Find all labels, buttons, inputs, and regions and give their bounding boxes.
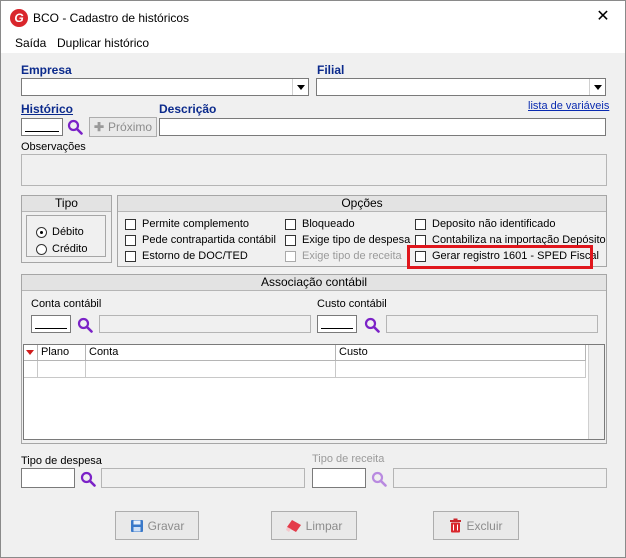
checkbox-box [415, 234, 426, 246]
checkbox-box [415, 218, 426, 230]
conta-contabil-label: Conta contábil [31, 298, 102, 310]
checkbox-exige-tipo-receita[interactable]: Exige tipo de receita [285, 250, 402, 262]
grid-cell[interactable] [38, 361, 86, 378]
tipo-receita-description [393, 468, 607, 488]
highlight-annotation-box [407, 245, 593, 269]
checkbox-label: Exige tipo de despesa [302, 234, 411, 246]
radio-credito-label: Crédito [52, 243, 88, 255]
tipo-header: Tipo [22, 196, 111, 212]
chevron-down-icon[interactable] [292, 79, 308, 95]
historico-label: Histórico [21, 102, 74, 116]
grid-cell[interactable] [336, 361, 586, 378]
floppy-disk-icon [130, 519, 143, 532]
grid-indicator-header [24, 345, 38, 361]
search-icon[interactable] [371, 471, 387, 487]
radio-debito-label: Débito [52, 226, 84, 238]
grid-header-custo[interactable]: Custo [336, 345, 586, 361]
observacoes-label: Observações [21, 141, 86, 153]
tipo-despesa-label: Tipo de despesa [21, 455, 102, 467]
checkbox-box [285, 234, 296, 246]
conta-contabil-code-input[interactable] [31, 315, 71, 333]
custo-contabil-code-input[interactable] [317, 315, 357, 333]
tipo-despesa-code-input[interactable] [21, 468, 75, 488]
descricao-label: Descrição [159, 102, 217, 116]
checkbox-box [125, 218, 136, 230]
search-icon[interactable] [364, 317, 380, 333]
search-icon[interactable] [67, 119, 83, 135]
limpar-label: Limpar [305, 518, 343, 533]
menu-bar: Saída Duplicar histórico [1, 33, 625, 53]
custo-contabil-label: Custo contábil [317, 298, 387, 310]
grid-header-conta[interactable]: Conta [86, 345, 336, 361]
checkbox-label: Bloqueado [302, 218, 355, 230]
tipo-receita-code-input[interactable] [312, 468, 366, 488]
checkbox-label: Permite complemento [142, 218, 249, 230]
gravar-label: Gravar [147, 518, 185, 533]
checkbox-label: Exige tipo de receita [302, 250, 402, 262]
checkbox-deposito-nao-identificado[interactable]: Deposito não identificado [415, 218, 556, 230]
radio-button-icon [36, 243, 47, 255]
associacao-header: Associação contábil [22, 275, 606, 291]
empresa-combo[interactable] [21, 78, 309, 96]
checkbox-exige-tipo-despesa[interactable]: Exige tipo de despesa [285, 234, 410, 246]
grid-header-plano[interactable]: Plano [38, 345, 86, 361]
conta-contabil-description [99, 315, 311, 333]
descricao-input[interactable] [159, 118, 606, 136]
checkbox-box [285, 250, 296, 262]
checkbox-box [285, 218, 296, 230]
checkbox-permite-complemento[interactable]: Permite complemento [125, 218, 249, 230]
close-icon[interactable]: ✕ [593, 7, 613, 27]
menu-item-duplicar-historico[interactable]: Duplicar histórico [57, 36, 149, 50]
search-icon[interactable] [77, 317, 93, 333]
excluir-label: Excluir [466, 518, 503, 533]
historico-code-input[interactable] [21, 118, 63, 136]
sort-triangle-icon [26, 350, 34, 355]
lista-variaveis-link[interactable]: lista de variáveis [528, 100, 609, 112]
proximo-button[interactable]: ✚ Próximo [89, 117, 157, 137]
grid-cell[interactable] [86, 361, 336, 378]
dialog-window: G BCO - Cadastro de históricos ✕ Saída D… [0, 0, 626, 558]
checkbox-estorno-doc-ted[interactable]: Estorno de DOC/TED [125, 250, 248, 262]
tipo-despesa-description [101, 468, 305, 488]
grid-cell[interactable] [24, 361, 38, 378]
window-title: BCO - Cadastro de históricos [33, 11, 190, 25]
limpar-button[interactable]: Limpar [271, 511, 357, 540]
search-icon[interactable] [80, 471, 96, 487]
radio-button-icon [36, 226, 47, 238]
checkbox-bloqueado[interactable]: Bloqueado [285, 218, 355, 230]
plus-icon: ✚ [93, 120, 105, 134]
observacoes-input[interactable] [21, 154, 607, 186]
trash-can-icon [450, 518, 462, 533]
checkbox-box [125, 234, 136, 246]
proximo-label: Próximo [108, 120, 153, 134]
menu-item-saida[interactable]: Saída [15, 36, 46, 50]
associacao-grid: Plano Conta Custo [23, 344, 605, 440]
checkbox-label: Estorno de DOC/TED [142, 250, 248, 262]
opcoes-header: Opções [118, 196, 606, 212]
tipo-receita-label: Tipo de receita [312, 453, 385, 465]
excluir-button[interactable]: Excluir [433, 511, 519, 540]
custo-contabil-description [386, 315, 598, 333]
app-logo-icon: G [10, 9, 28, 27]
filial-label: Filial [317, 63, 345, 77]
chevron-down-icon[interactable] [589, 79, 605, 95]
eraser-icon [285, 519, 301, 532]
gravar-button[interactable]: Gravar [115, 511, 199, 540]
filial-combo[interactable] [316, 78, 606, 96]
radio-credito[interactable]: Crédito [36, 243, 87, 255]
checkbox-label: Pede contrapartida contábil [142, 234, 276, 246]
grid-vertical-scrollbar[interactable] [588, 345, 604, 439]
checkbox-pede-contrapartida[interactable]: Pede contrapartida contábil [125, 234, 276, 246]
radio-debito[interactable]: Débito [36, 226, 84, 238]
checkbox-label: Deposito não identificado [432, 218, 556, 230]
empresa-label: Empresa [21, 63, 72, 77]
title-bar: G BCO - Cadastro de históricos ✕ [1, 1, 625, 33]
checkbox-box [125, 250, 136, 262]
